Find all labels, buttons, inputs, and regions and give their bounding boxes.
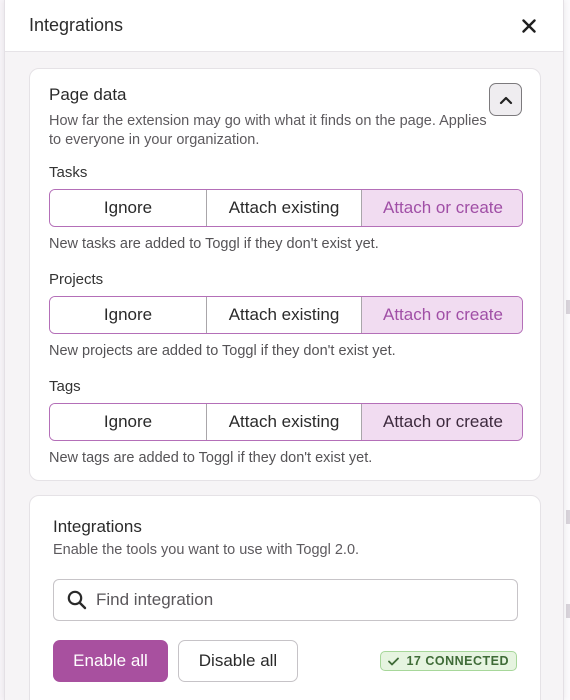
background-mark xyxy=(566,300,570,314)
projects-segmented-control: Ignore Attach existing Attach or create xyxy=(49,296,523,334)
tags-label: Tags xyxy=(49,378,81,395)
integration-actions: Enable all Disable all 17 CONNECTED xyxy=(53,640,517,682)
tags-attach-existing-option[interactable]: Attach existing xyxy=(206,404,361,440)
tags-ignore-option[interactable]: Ignore xyxy=(50,404,206,440)
page-data-card: Page data How far the extension may go w… xyxy=(29,68,541,481)
projects-helper-text: New projects are added to Toggl if they … xyxy=(49,343,396,359)
tasks-helper-text: New tasks are added to Toggl if they don… xyxy=(49,236,379,252)
tags-attach-or-create-option[interactable]: Attach or create xyxy=(361,404,522,440)
panel-title: Integrations xyxy=(29,15,124,35)
search-icon xyxy=(67,590,87,610)
connected-count-label: 17 CONNECTED xyxy=(406,654,509,668)
integrations-panel: Integrations Page data How far the exten… xyxy=(4,0,564,700)
integrations-card: Integrations Enable the tools you want t… xyxy=(29,495,541,700)
background-mark xyxy=(566,510,570,524)
connected-badge: 17 CONNECTED xyxy=(380,651,517,671)
integrations-description: Enable the tools you want to use with To… xyxy=(53,542,360,558)
tags-segmented-control: Ignore Attach existing Attach or create xyxy=(49,403,523,441)
panel-header: Integrations xyxy=(5,0,563,52)
enable-all-button[interactable]: Enable all xyxy=(53,640,168,682)
tags-helper-text: New tags are added to Toggl if they don'… xyxy=(49,450,373,466)
projects-attach-existing-option[interactable]: Attach existing xyxy=(206,297,361,333)
projects-label: Projects xyxy=(49,271,104,288)
close-button[interactable] xyxy=(517,14,541,38)
check-icon xyxy=(388,657,400,665)
integrations-title: Integrations xyxy=(53,517,142,536)
page-data-description: How far the extension may go with what i… xyxy=(49,113,487,148)
disable-all-button[interactable]: Disable all xyxy=(178,640,298,682)
projects-ignore-option[interactable]: Ignore xyxy=(50,297,206,333)
integration-search-input[interactable] xyxy=(96,590,476,610)
chevron-up-icon xyxy=(499,96,512,104)
tasks-ignore-option[interactable]: Ignore xyxy=(50,190,206,226)
integration-search-field[interactable] xyxy=(53,579,518,621)
projects-attach-or-create-option[interactable]: Attach or create xyxy=(361,297,522,333)
tasks-segmented-control: Ignore Attach existing Attach or create xyxy=(49,189,523,227)
tasks-attach-or-create-option[interactable]: Attach or create xyxy=(361,190,522,226)
close-icon xyxy=(522,18,536,33)
background-mark xyxy=(566,604,570,618)
tasks-label: Tasks xyxy=(49,164,88,181)
page-data-title: Page data xyxy=(49,85,127,104)
tasks-attach-existing-option[interactable]: Attach existing xyxy=(206,190,361,226)
collapse-button[interactable] xyxy=(489,83,522,116)
